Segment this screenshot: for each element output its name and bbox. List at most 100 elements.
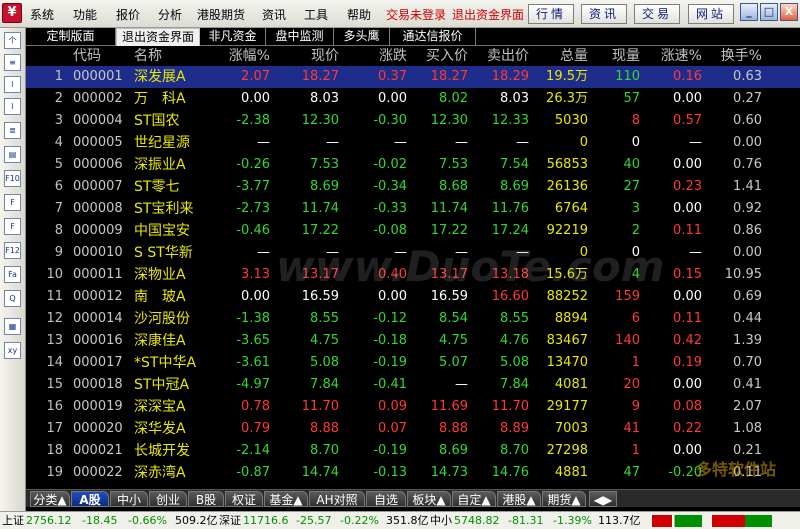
bid-price-cell: — — [455, 135, 468, 150]
table-row[interactable]: 15 000018 ST中冠A -4.97 7.84 -0.41 — 7.84 4081 20 0.… — [26, 374, 800, 396]
menu-bar: ¥ 系统 功能 报价 分析 港股期货 资讯 工具 帮助 交易未登录 退出资金界面… — [0, 0, 800, 28]
fa-icon[interactable]: Fa — [4, 266, 21, 283]
speed-pct-cell: 0.00 — [673, 157, 702, 172]
table-row[interactable]: 12 000014 沙河股份 -1.38 8.55 -0.12 8.54 8.55 8894 6 0… — [26, 308, 800, 330]
price-cell: 18.27 — [301, 69, 339, 84]
search-icon[interactable]: Q — [4, 290, 21, 307]
scroll-arrows-icon[interactable]: ◀▶ — [589, 491, 617, 507]
table-row[interactable]: 14 000017 *ST中华A -3.61 5.08 -0.19 5.07 5.08 1347… — [26, 352, 800, 374]
table-row[interactable]: 1 000001 深发展A 2.07 18.27 0.37 18.27 18.29 19.5万 1… — [26, 66, 800, 88]
website-button[interactable]: 网站 — [688, 4, 734, 24]
close-button[interactable]: X — [780, 3, 798, 21]
market-tab-7[interactable]: AH对照 — [309, 491, 365, 507]
menu-hk-futures[interactable]: 港股期货 — [197, 6, 245, 23]
menu-news[interactable]: 资讯 — [262, 6, 286, 23]
grid-icon[interactable]: ≡ — [4, 54, 21, 71]
trade-button[interactable]: 交易 — [634, 4, 680, 24]
menu-analysis[interactable]: 分析 — [158, 6, 182, 23]
stock-name-cell: 深康佳A — [134, 333, 186, 349]
market-tab-9[interactable]: 板块▲ — [407, 491, 451, 507]
table-row[interactable]: 2 000002 万 科A 0.00 8.03 0.00 8.02 8.03 26.3万 57 0.… — [26, 88, 800, 110]
table-row[interactable]: 3 000004 ST国农 -2.38 12.30 -0.30 12.30 12.33 5030… — [26, 110, 800, 132]
table-row[interactable]: 18 000021 长城开发 -2.14 8.70 -0.19 8.69 8.70 27298 1… — [26, 440, 800, 462]
col-header-change[interactable]: 涨跌 — [339, 46, 407, 66]
menu-system[interactable]: 系统 — [30, 6, 54, 23]
turnover-pct-cell: 0.00 — [733, 135, 762, 150]
table-row[interactable]: 13 000016 深康佳A -3.65 4.75 -0.18 4.75 4.76 83467 1… — [26, 330, 800, 352]
sh-index-label: 上证 — [2, 514, 24, 527]
menu-tools[interactable]: 工具 — [304, 6, 328, 23]
col-header-volume[interactable]: 总量 — [529, 46, 588, 66]
stock-name-cell: 深物业A — [134, 267, 186, 283]
tab-exit-fund[interactable]: 退出资金界面 — [116, 28, 200, 46]
col-header-ask[interactable]: 卖出价 — [468, 46, 529, 66]
col-header-price[interactable]: 现价 — [270, 46, 339, 66]
maximize-button[interactable]: □ — [760, 3, 778, 21]
news-button[interactable]: 资讯 — [581, 4, 627, 24]
market-tab-1[interactable]: A股 — [71, 491, 109, 507]
market-tab-6[interactable]: 基金▲ — [264, 491, 308, 507]
bar-chart-icon[interactable]: ≣ — [4, 122, 21, 139]
table-icon[interactable]: ▦ — [4, 318, 21, 335]
market-tab-4[interactable]: B股 — [188, 491, 224, 507]
stock-name-cell: S ST华新 — [134, 245, 193, 261]
tab-intraday-monitor[interactable]: 盘中监测 — [266, 28, 334, 46]
price-cell: 8.03 — [310, 91, 339, 106]
col-header-name[interactable]: 名称 — [134, 46, 162, 66]
table-row[interactable]: 19 000022 深赤湾A -0.87 14.74 -0.13 14.73 14.76 488… — [26, 462, 800, 484]
tab-bull-eagle[interactable]: 多头鹰 — [334, 28, 390, 46]
market-tab-10[interactable]: 自定▲ — [452, 491, 496, 507]
tab-tdx-quote[interactable]: 通达信报价 — [390, 28, 476, 46]
turnover-pct-cell: 0.00 — [733, 245, 762, 260]
bid-price-cell: 8.68 — [439, 179, 468, 194]
col-header-speed[interactable]: 涨速% — [640, 46, 702, 66]
kline-chart-icon[interactable]: ⌇ — [4, 98, 21, 115]
market-tab-12[interactable]: 期货▲ — [542, 491, 586, 507]
xy-plot-icon[interactable]: xy — [4, 342, 21, 359]
table-row[interactable]: 16 000019 深深宝A 0.78 11.70 0.09 11.69 11.70 29177… — [26, 396, 800, 418]
f11-icon[interactable]: F — [4, 194, 21, 211]
menu-function[interactable]: 功能 — [73, 6, 97, 23]
table-row[interactable]: 5 000006 深振业A -0.26 7.53 -0.02 7.53 7.54 56853 40… — [26, 154, 800, 176]
report-icon[interactable]: ▤ — [4, 146, 21, 163]
line-chart-icon[interactable]: ⌇ — [4, 76, 21, 93]
col-header-turnover[interactable]: 换手% — [702, 46, 762, 66]
menu-quote[interactable]: 报价 — [116, 6, 140, 23]
f12-icon[interactable]: F12 — [4, 242, 21, 259]
change-cell: 0.07 — [378, 421, 407, 436]
table-row[interactable]: 6 000007 ST零七 -3.77 8.69 -0.34 8.68 8.69 26136 27… — [26, 176, 800, 198]
quote-list-icon[interactable]: 个 — [4, 32, 21, 49]
table-row[interactable]: 7 000008 ST宝利来 -2.73 11.74 -0.33 11.74 11.76 676… — [26, 198, 800, 220]
table-row[interactable]: 4 000005 世纪星源 — — — — — 0 0 — 0.00 — [26, 132, 800, 154]
market-tab-11[interactable]: 港股▲ — [497, 491, 541, 507]
tab-custom-layout[interactable]: 定制版面 — [26, 28, 116, 46]
table-row[interactable]: 17 000020 深华发A 0.79 8.88 0.07 8.88 8.89 7003 41 0.… — [26, 418, 800, 440]
row-index-cell: 5 — [54, 157, 63, 172]
market-tab-2[interactable]: 中小 — [110, 491, 148, 507]
col-header-change-pct[interactable]: 涨幅% — [224, 46, 270, 66]
market-tab-0[interactable]: 分类▲ — [30, 491, 70, 507]
exit-fund-link[interactable]: 退出资金界面 — [452, 6, 524, 23]
menu-help[interactable]: 帮助 — [347, 6, 371, 23]
change-pct-cell: -0.46 — [236, 223, 270, 238]
zx-index-amount: 113.7亿 — [598, 514, 641, 527]
market-tab-8[interactable]: 自选 — [366, 491, 406, 507]
market-tab-3[interactable]: 创业 — [149, 491, 187, 507]
bid-price-cell: 8.69 — [439, 443, 468, 458]
minimize-button[interactable]: _ — [740, 3, 758, 21]
last-volume-cell: 27 — [623, 179, 640, 194]
quote-table: 代码 名称 涨幅% 现价 涨跌 买入价 卖出价 总量 现量 涨速% 换手% 10… — [26, 46, 800, 489]
bid-price-cell: 8.54 — [439, 311, 468, 326]
f10-icon[interactable]: F10 — [4, 170, 21, 187]
col-header-bid[interactable]: 买入价 — [407, 46, 468, 66]
table-row[interactable]: 8 000009 中国宝安 -0.46 17.22 -0.08 17.22 17.24 9221… — [26, 220, 800, 242]
total-volume-cell: 19.5万 — [546, 69, 588, 84]
market-tab-5[interactable]: 权证 — [225, 491, 263, 507]
market-button[interactable]: 行情 — [528, 4, 574, 24]
col-header-code[interactable]: 代码 — [73, 46, 101, 66]
trade-login-status[interactable]: 交易未登录 — [386, 6, 446, 23]
stock-code-cell: 000016 — [73, 333, 123, 348]
tab-feifan-fund[interactable]: 非凡资金 — [200, 28, 266, 46]
col-header-last-vol[interactable]: 现量 — [588, 46, 640, 66]
f-analysis-icon[interactable]: F — [4, 218, 21, 235]
